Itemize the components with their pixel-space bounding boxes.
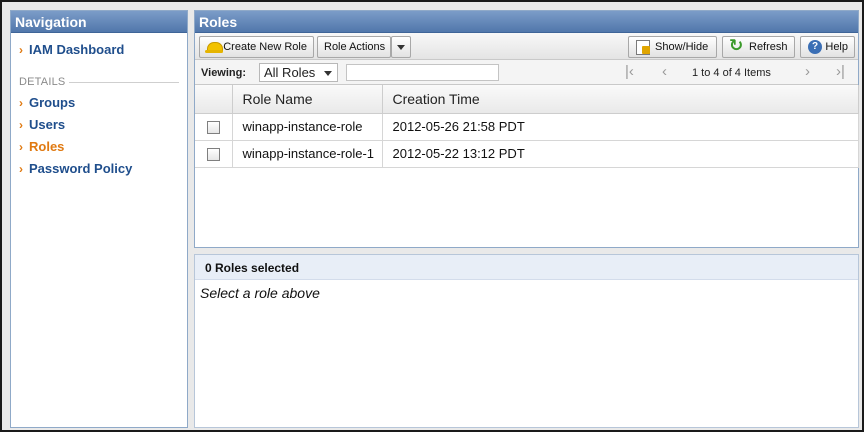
first-page-icon[interactable]: |‹ (625, 63, 634, 80)
nav-item-label: Password Policy (29, 161, 133, 176)
table-header-row: Role Name Creation Time (195, 85, 859, 114)
selection-count: 0 Roles selected (195, 255, 858, 280)
refresh-button[interactable]: Refresh (722, 36, 795, 58)
viewing-label: Viewing: (201, 67, 247, 79)
viewing-bar: Viewing: All Roles |‹ ‹ 1 to 4 of 4 Item… (195, 60, 858, 85)
console-frame: Navigation › IAM Dashboard DETAILS › Group… (0, 0, 864, 432)
role-detail-panel: 0 Roles selected Select a role above (194, 254, 859, 428)
column-header-creation-time[interactable]: Creation Time (382, 85, 859, 114)
chevron-down-icon (324, 71, 332, 76)
roles-title: Roles (195, 11, 858, 33)
roles-table: Role Name Creation Time winapp-instance-… (195, 85, 859, 168)
nav-item-label: Groups (29, 95, 76, 110)
row-select-cell (195, 140, 233, 168)
roles-panel: Roles Create New Role Role Actions Show/… (194, 10, 859, 248)
column-header-role-name[interactable]: Role Name (232, 85, 383, 114)
select-column-header (195, 85, 233, 114)
columns-icon (635, 39, 651, 55)
selection-hint: Select a role above (200, 285, 320, 301)
viewing-select-value: All Roles (264, 65, 316, 80)
role-name-cell: winapp-instance-role-1 (232, 140, 383, 168)
nav-item-users[interactable]: › Users (11, 114, 187, 136)
nav-item-label: IAM Dashboard (29, 42, 125, 57)
help-icon (807, 39, 823, 55)
section-divider (69, 81, 179, 83)
role-actions-button[interactable]: Role Actions (317, 36, 391, 58)
show-hide-button[interactable]: Show/Hide (628, 36, 717, 58)
row-select-cell (195, 113, 233, 141)
nav-item-label: Users (29, 117, 66, 132)
refresh-icon (729, 36, 745, 56)
nav-section-details: DETAILS (19, 76, 179, 88)
navigation-title: Navigation (11, 11, 187, 33)
nav-item-password-policy[interactable]: › Password Policy (11, 158, 187, 180)
refresh-label: Refresh (749, 41, 788, 53)
help-label: Help (825, 41, 848, 53)
table-row[interactable]: winapp-instance-role-1 2012-05-22 13:12 … (195, 140, 859, 168)
creation-time-cell: 2012-05-26 21:58 PDT (382, 113, 859, 141)
role-actions-dropdown-button[interactable] (391, 36, 411, 58)
viewing-select[interactable]: All Roles (259, 63, 338, 82)
creation-time-cell: 2012-05-22 13:12 PDT (382, 140, 859, 168)
chevron-right-icon: › (19, 43, 23, 57)
nav-item-groups[interactable]: › Groups (11, 92, 187, 114)
last-page-icon[interactable]: ›| (836, 63, 845, 80)
navigation-panel: Navigation › IAM Dashboard DETAILS › Group… (10, 10, 188, 428)
nav-section-label: DETAILS (19, 76, 66, 88)
nav-item-roles[interactable]: › Roles (11, 136, 187, 158)
role-name-cell: winapp-instance-role (232, 113, 383, 141)
chevron-right-icon: › (19, 96, 23, 110)
pager-status: 1 to 4 of 4 Items (692, 67, 771, 79)
role-hat-icon (204, 39, 224, 55)
next-page-icon[interactable]: › (805, 63, 810, 80)
chevron-right-icon: › (19, 118, 23, 132)
create-new-role-label: Create New Role (223, 41, 307, 53)
filter-input[interactable] (346, 64, 499, 81)
chevron-down-icon (397, 44, 405, 50)
role-actions-label: Role Actions (324, 41, 386, 53)
table-row[interactable]: winapp-instance-role 2012-05-26 21:58 PD… (195, 113, 859, 141)
nav-item-label: Roles (29, 139, 65, 154)
create-new-role-button[interactable]: Create New Role (199, 36, 314, 58)
chevron-right-icon: › (19, 162, 23, 176)
row-checkbox[interactable] (206, 121, 220, 135)
row-checkbox[interactable] (206, 148, 220, 162)
show-hide-label: Show/Hide (655, 41, 709, 53)
roles-toolbar: Create New Role Role Actions Show/Hide R… (195, 33, 858, 60)
help-button[interactable]: Help (800, 36, 855, 58)
nav-item-iam-dashboard[interactable]: › IAM Dashboard (11, 39, 187, 61)
chevron-right-icon: › (19, 140, 23, 154)
previous-page-icon[interactable]: ‹ (662, 63, 667, 80)
